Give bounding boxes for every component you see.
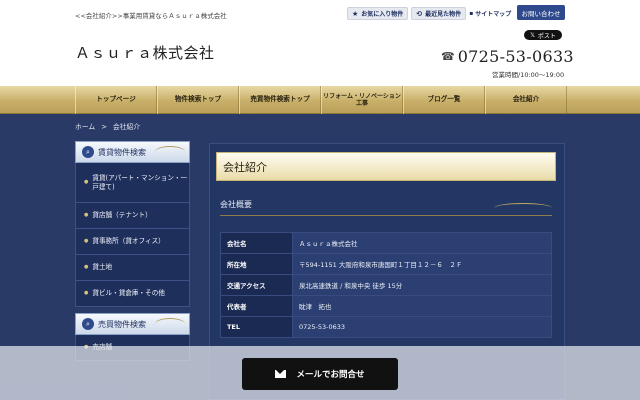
bullet-icon: ● xyxy=(84,212,89,219)
sidebar-item-office[interactable]: ● 貸事務所（貸オフィス） xyxy=(75,229,190,255)
sidebar-item-apartment[interactable]: ● 賃貸(アパート・マンション・一戸建て) xyxy=(75,163,190,203)
sidebar-item-land[interactable]: ● 貸土地 xyxy=(75,255,190,281)
breadcrumb-separator: > xyxy=(101,123,107,131)
sidebar-item-label: 貸事務所（貸オフィス） xyxy=(92,237,165,246)
sidebar-item-label: 貸店舗（テナント） xyxy=(92,211,152,220)
sitemap-label: サイトマップ xyxy=(475,11,512,18)
table-row: 交通アクセス 泉北高速鉄道 / 和泉中央 徒歩 15分 xyxy=(220,274,552,296)
sidebar-item-label: 賃貸(アパート・マンション・一戸建て) xyxy=(92,173,188,191)
row-value: 泉北高速鉄道 / 和泉中央 徒歩 15分 xyxy=(292,274,552,296)
table-row: 会社名 Ａｓｕｒａ株式会社 xyxy=(220,232,552,254)
breadcrumb-home[interactable]: ホーム xyxy=(75,123,95,131)
business-hours: 営業時間/10:00〜19:00 xyxy=(492,71,565,79)
phone-number[interactable]: ☎ 0725-53-0633 xyxy=(441,47,574,66)
sidebar-rent: ⌕ 賃貸物件検索 ● 賃貸(アパート・マンション・一戸建て) ● 貸店舗（テナン… xyxy=(75,141,190,307)
post-label: ポスト xyxy=(537,32,556,40)
x-logo-icon: 𝕏 xyxy=(530,31,535,39)
favorites-label: お気に入り物件 xyxy=(361,11,404,18)
sitemap-link[interactable]: ▪ サイトマップ xyxy=(469,9,511,18)
mail-contact-label: メールでお問合せ xyxy=(296,370,365,380)
row-key: 代表者 xyxy=(220,295,293,317)
x-post-button[interactable]: 𝕏 ポスト xyxy=(524,30,562,40)
row-key: 会社名 xyxy=(220,232,293,254)
bullet-icon: ● xyxy=(84,238,89,245)
row-key: 所在地 xyxy=(220,253,293,275)
mail-icon xyxy=(275,370,287,378)
nav-item-top[interactable]: トップページ xyxy=(75,86,157,114)
table-row: 所在地 〒594-1151 大阪府和泉市唐国町１丁目１２－６ ２Ｆ xyxy=(220,253,552,275)
company-info-table: 会社名 Ａｓｕｒａ株式会社 所在地 〒594-1151 大阪府和泉市唐国町１丁目… xyxy=(220,232,552,338)
breadcrumb-current: 会社紹介 xyxy=(112,123,141,131)
nav-item-reform[interactable]: リフォーム・リノベーション工事 xyxy=(321,86,403,114)
nav-item-sale-search[interactable]: 売買物件検索トップ xyxy=(239,86,321,114)
sidebar-item-label: 貸ビル・貸倉庫・その他 xyxy=(92,289,165,298)
page-title: 会社紹介 xyxy=(216,152,556,181)
site-header: <<会社紹介>>事業用賃貸ならＡｓｕｒａ株式会社 Ａｓｕｒａ株式会社 ★ お気に… xyxy=(0,0,640,86)
sidebar-sale-header: ⌕ 売買物件検索 xyxy=(75,313,190,335)
breadcrumb: ホーム > 会社紹介 xyxy=(75,121,140,131)
section-heading-text: 会社概要 xyxy=(220,200,252,209)
global-nav: トップページ 物件検索トップ 売買物件検索トップ リフォーム・リノベーション工事… xyxy=(0,86,640,114)
nav-item-company[interactable]: 会社紹介 xyxy=(485,86,567,114)
row-key: TEL xyxy=(220,316,293,338)
row-value: 0725-53-0633 xyxy=(292,316,552,338)
sidebar-rent-header: ⌕ 賃貸物件検索 xyxy=(75,141,190,163)
recent-label: 最近見た物件 xyxy=(425,11,462,18)
header-links: ★ お気に入り物件 ⟲ 最近見た物件 ▪ サイトマップ xyxy=(347,7,511,20)
sitemap-icon: ▪ xyxy=(469,10,474,17)
nav-item-blog[interactable]: ブログ一覧 xyxy=(403,86,485,114)
star-icon: ★ xyxy=(352,9,359,18)
site-logo[interactable]: Ａｓｕｒａ株式会社 xyxy=(75,42,215,63)
table-row: 代表者 眈津 拓也 xyxy=(220,295,552,317)
favorites-link[interactable]: ★ お気に入り物件 xyxy=(347,7,409,20)
bullet-icon: ● xyxy=(84,179,89,186)
sidebar-rent-title: 賃貸物件検索 xyxy=(98,147,146,157)
sidebar-item-shop[interactable]: ● 貸店舗（テナント） xyxy=(75,203,190,229)
row-value: Ａｓｕｒａ株式会社 xyxy=(292,232,552,254)
section-heading: 会社概要 xyxy=(220,199,552,216)
phone-number-text: 0725-53-0633 xyxy=(457,47,574,66)
sidebar-item-label: 貸土地 xyxy=(92,263,113,272)
row-value: 眈津 拓也 xyxy=(292,295,552,317)
row-key: 交通アクセス xyxy=(220,274,293,296)
sidebar-item-building[interactable]: ● 貸ビル・貸倉庫・その他 xyxy=(75,281,190,307)
mail-contact-button[interactable]: メールでお問合せ xyxy=(242,358,398,390)
row-value: 〒594-1151 大阪府和泉市唐国町１丁目１２－６ ２Ｆ xyxy=(292,253,552,275)
recent-link[interactable]: ⟲ 最近見た物件 xyxy=(411,7,467,20)
ornament-icon xyxy=(494,203,552,213)
bullet-icon: ● xyxy=(84,290,89,297)
table-row: TEL 0725-53-0633 xyxy=(220,316,552,338)
search-icon: ⌕ xyxy=(82,146,94,158)
history-icon: ⟲ xyxy=(416,9,423,18)
ornament-icon xyxy=(155,146,185,158)
nav-item-search[interactable]: 物件検索トップ xyxy=(157,86,239,114)
phone-icon: ☎ xyxy=(441,50,455,63)
bullet-icon: ● xyxy=(84,264,89,271)
search-icon: ⌕ xyxy=(82,318,94,330)
sidebar-sale-title: 売買物件検索 xyxy=(98,319,146,329)
contact-button[interactable]: お問い合わせ xyxy=(517,5,565,20)
ornament-icon xyxy=(155,318,185,330)
header-tagline: <<会社紹介>>事業用賃貸ならＡｓｕｒａ株式会社 xyxy=(75,12,227,20)
